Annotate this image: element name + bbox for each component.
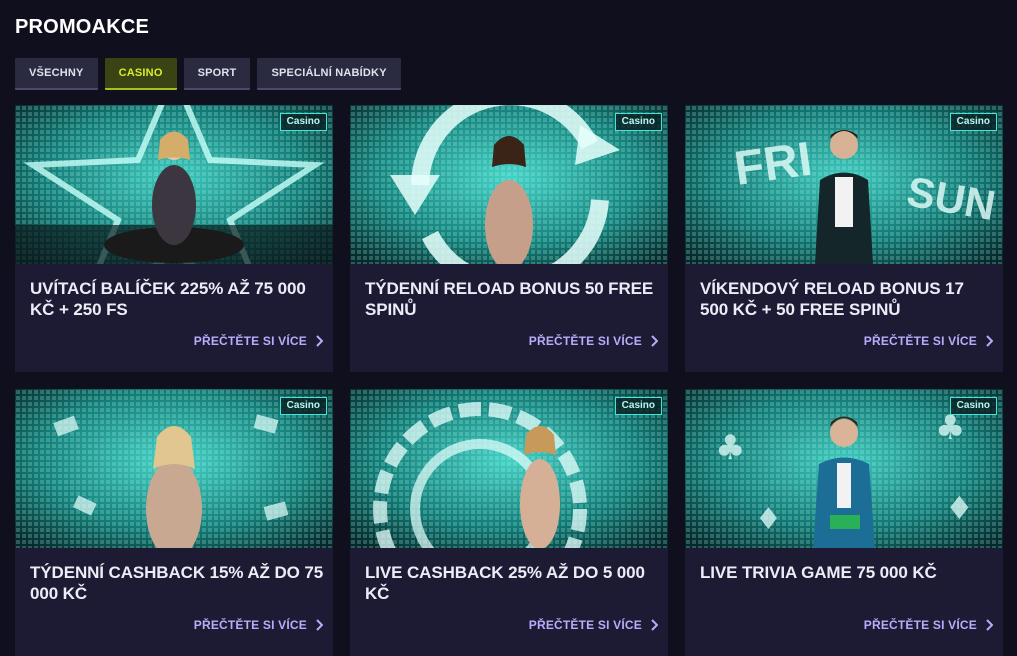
chevron-right-icon [986,619,993,631]
read-more-link[interactable]: PŘEČTĚTE SI VÍCE [529,334,658,348]
category-badge: Casino [279,397,327,415]
read-more-label: PŘEČTĚTE SI VÍCE [528,334,642,348]
svg-text:♦: ♦ [945,489,974,527]
promo-card[interactable]: Casino TÝDENNÍ CASHBACK 15% AŽ DO 75 000… [15,389,333,656]
promo-title: TÝDENNÍ CASHBACK 15% AŽ DO 75 000 KČ [30,563,324,603]
chevron-right-icon [986,335,993,347]
category-badge: Casino [949,113,997,131]
read-more-link[interactable]: PŘEČTĚTE SI VÍCE [194,334,323,348]
read-more-link[interactable]: PŘEČTĚTE SI VÍCE [864,334,993,348]
tab-all[interactable]: VŠECHNY [15,58,98,90]
promo-grid: Casino UVÍTACÍ BALÍČEK 225% AŽ 75 000 KČ… [15,105,1003,656]
read-more-label: PŘEČTĚTE SI VÍCE [863,334,977,348]
promo-title: UVÍTACÍ BALÍČEK 225% AŽ 75 000 KČ + 250 … [30,279,306,319]
read-more-link[interactable]: PŘEČTĚTE SI VÍCE [864,618,993,632]
category-badge: Casino [614,397,662,415]
tab-sport[interactable]: SPORT [183,58,251,90]
category-tabs: VŠECHNY CASINO SPORT SPECIÁLNÍ NABÍDKY [15,58,401,90]
category-badge: Casino [614,113,662,131]
promo-card[interactable]: Casino UVÍTACÍ BALÍČEK 225% AŽ 75 000 KČ… [15,105,333,372]
read-more-link[interactable]: PŘEČTĚTE SI VÍCE [529,618,658,632]
tab-casino[interactable]: CASINO [104,58,177,90]
svg-text:♣: ♣ [715,428,745,468]
chevron-right-icon [651,335,658,347]
read-more-label: PŘEČTĚTE SI VÍCE [193,334,307,348]
svg-text:♦: ♦ [755,502,782,537]
promo-title: LIVE CASHBACK 25% AŽ DO 5 000 KČ [365,563,645,603]
promo-card[interactable]: ♣ ♣ ♦ ♦ Casino LIVE TRIVIA GAME 75 000 K… [685,389,1003,656]
tab-special-offers[interactable]: SPECIÁLNÍ NABÍDKY [257,58,401,90]
promo-image-reload: Casino [350,105,668,264]
promo-image-weekend: FRI SUN Casino [685,105,1003,264]
read-more-link[interactable]: PŘEČTĚTE SI VÍCE [194,618,323,632]
promo-card[interactable]: FRI SUN Casino VÍKENDOVÝ RELOAD BONUS 17… [685,105,1003,372]
promo-card[interactable]: Casino TÝDENNÍ RELOAD BONUS 50 FREE SPIN… [350,105,668,372]
svg-text:FRI: FRI [731,133,815,196]
read-more-label: PŘEČTĚTE SI VÍCE [193,618,307,632]
promo-card[interactable]: Casino LIVE CASHBACK 25% AŽ DO 5 000 KČ … [350,389,668,656]
promo-title: TÝDENNÍ RELOAD BONUS 50 FREE SPINŮ [365,279,654,319]
promo-image-welcome: Casino [15,105,333,264]
category-badge: Casino [279,113,327,131]
promo-image-trivia: ♣ ♣ ♦ ♦ Casino [685,389,1003,548]
chevron-right-icon [316,619,323,631]
category-badge: Casino [949,397,997,415]
page-title: PROMOAKCE [15,16,150,38]
chevron-right-icon [651,619,658,631]
read-more-label: PŘEČTĚTE SI VÍCE [528,618,642,632]
promo-title: VÍKENDOVÝ RELOAD BONUS 17 500 KČ + 50 FR… [700,279,964,319]
read-more-label: PŘEČTĚTE SI VÍCE [863,618,977,632]
promo-image-live-cashback: Casino [350,389,668,548]
promo-title: LIVE TRIVIA GAME 75 000 KČ [700,563,937,582]
chevron-right-icon [316,335,323,347]
promo-image-cashback: Casino [15,389,333,548]
